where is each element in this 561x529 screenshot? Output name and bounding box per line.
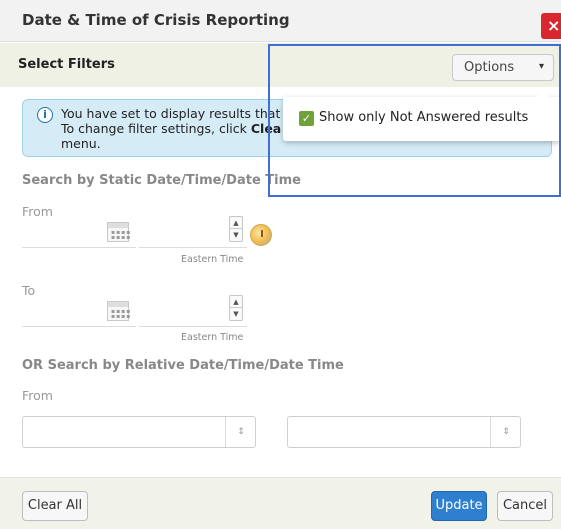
spinner-up-icon[interactable]: ▲ [230, 218, 242, 229]
dialog-titlebar: Date & Time of Crisis Reporting [0, 0, 561, 42]
static-to-label: To [22, 283, 36, 298]
static-from-label: From [22, 204, 53, 219]
info-text-line1: You have set to display results that [61, 106, 281, 121]
info-text-line2-prefix: To change filter settings, click [61, 121, 251, 136]
spinner-down-icon[interactable]: ▼ [230, 309, 242, 320]
select-arrows-icon: ⇕ [490, 417, 521, 447]
relative-search-title: OR Search by Relative Date/Time/Date Tim… [22, 358, 344, 373]
select-arrows-icon: ⇕ [225, 417, 256, 447]
update-button[interactable]: Update [431, 491, 487, 521]
relative-from-label: From [22, 388, 53, 403]
dropdown-notch [536, 90, 550, 97]
info-clear-link[interactable]: Clea [251, 121, 281, 136]
clear-all-button[interactable]: Clear All [22, 491, 88, 521]
static-to-time-spinner[interactable]: ▲ ▼ [229, 295, 243, 321]
options-dropdown-button[interactable]: Options ▾ [452, 54, 554, 81]
options-button-label: Options [464, 60, 515, 75]
info-text-line2: To change filter settings, click Clea [61, 121, 281, 136]
not-answered-option-label[interactable]: Show only Not Answered results [319, 110, 528, 125]
spinner-up-icon[interactable]: ▲ [230, 297, 242, 308]
info-text-line3: menu. [61, 136, 101, 151]
crisis-reporting-dialog: Date & Time of Crisis Reporting × Select… [0, 0, 561, 529]
calendar-icon[interactable]: ▪▪▪▪ ▪▪▪▪ [107, 222, 130, 242]
select-filters-label: Select Filters [18, 57, 115, 72]
static-from-time-spinner[interactable]: ▲ ▼ [229, 216, 243, 242]
close-button[interactable]: × [541, 13, 561, 39]
options-dropdown-menu: ✓ Show only Not Answered results [283, 90, 561, 141]
relative-unit-select[interactable]: ⇕ [287, 416, 521, 448]
relative-from-select[interactable]: ⇕ [22, 416, 256, 448]
spinner-down-icon[interactable]: ▼ [230, 230, 242, 241]
checkbox-checked-icon[interactable]: ✓ [299, 111, 314, 126]
chevron-down-icon: ▾ [539, 61, 545, 72]
info-icon: i [37, 107, 53, 123]
cancel-button[interactable]: Cancel [497, 491, 553, 521]
static-from-timezone: Eastern Time [181, 254, 244, 265]
dialog-title: Date & Time of Crisis Reporting [22, 11, 290, 29]
clock-icon[interactable] [250, 224, 272, 246]
static-search-title: Search by Static Date/Time/Date Time [22, 173, 301, 188]
static-to-timezone: Eastern Time [181, 332, 244, 343]
calendar-icon[interactable]: ▪▪▪▪ ▪▪▪▪ [107, 301, 130, 321]
